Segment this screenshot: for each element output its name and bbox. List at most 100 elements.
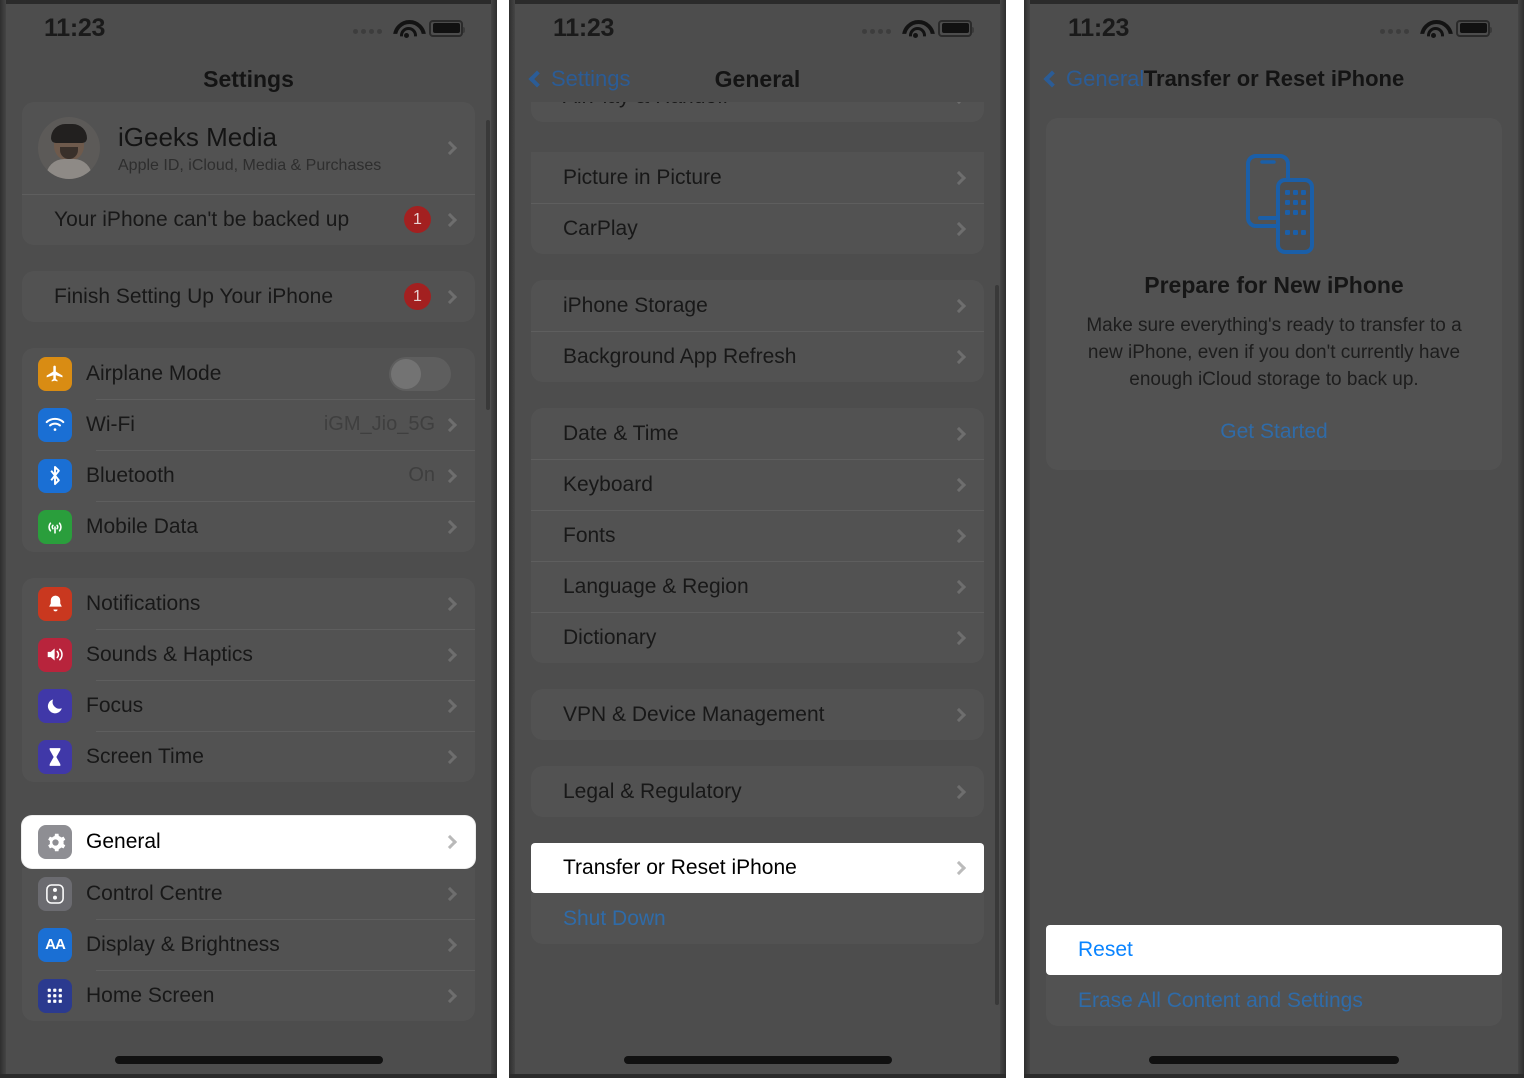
finish-setup-row[interactable]: Finish Setting Up Your iPhone 1: [22, 271, 475, 322]
sidebar-item-airplay-handoff[interactable]: AirPlay & Handoff: [531, 102, 984, 122]
sidebar-item-language-region[interactable]: Language & Region: [531, 561, 984, 612]
scrollbar[interactable]: [995, 285, 999, 1005]
account-name: iGeeks Media: [118, 121, 277, 152]
control-centre-label: Control Centre: [86, 881, 223, 905]
chevron-right-icon: [951, 102, 967, 105]
battery-icon: [429, 19, 465, 37]
nav-bar-settings: Settings: [0, 56, 497, 102]
sidebar-item-general[interactable]: General: [22, 816, 475, 868]
back-button-general[interactable]: General: [1043, 56, 1145, 102]
back-label: General: [1066, 66, 1145, 91]
home-indicator: [623, 1056, 892, 1064]
sidebar-item-screen-time[interactable]: Screen Time: [22, 731, 475, 782]
nav-bar-general: Settings General: [509, 56, 1006, 102]
group-a: Picture in Picture CarPlay: [531, 152, 984, 254]
sidebar-item-display-brightness[interactable]: AA Display & Brightness: [22, 919, 475, 970]
hero-title: Prepare for New iPhone: [1144, 272, 1404, 298]
sidebar-item-transfer-or-reset[interactable]: Transfer or Reset iPhone: [531, 843, 984, 893]
chevron-right-icon: [442, 937, 458, 952]
battery-icon: [1456, 19, 1492, 37]
chevron-right-icon: [951, 579, 967, 594]
system-group: Control Centre AA Display & Brightness H…: [22, 868, 475, 1021]
sidebar-item-bluetooth[interactable]: Bluetooth On: [22, 450, 475, 501]
sidebar-item-airplane-mode[interactable]: Airplane Mode: [22, 348, 475, 399]
picture-in-picture-label: Picture in Picture: [563, 165, 722, 189]
sidebar-item-vpn-device-management[interactable]: VPN & Device Management: [531, 689, 984, 740]
panel-settings: 11:23 Settings iGeeks Media Apple ID, iC…: [0, 0, 497, 1078]
chevron-right-icon: [442, 988, 458, 1003]
nav-bar-transfer-reset: General Transfer or Reset iPhone: [1024, 56, 1524, 102]
chevron-right-icon: [442, 519, 458, 534]
page-title: General: [714, 65, 801, 92]
sidebar-item-carplay[interactable]: CarPlay: [531, 203, 984, 254]
chevron-right-icon: [951, 707, 967, 722]
chevron-right-icon: [951, 349, 967, 364]
connectivity-group: Airplane Mode Wi-Fi iGM_Jio_5G Bluetooth…: [22, 348, 475, 552]
sidebar-item-dictionary[interactable]: Dictionary: [531, 612, 984, 663]
home-screen-label: Home Screen: [86, 983, 215, 1007]
chevron-right-icon: [951, 221, 967, 236]
chevron-right-icon: [442, 698, 458, 713]
erase-all-content-label: Erase All Content and Settings: [1078, 988, 1363, 1012]
chevron-right-icon: [442, 834, 458, 850]
fonts-label: Fonts: [563, 523, 616, 547]
sidebar-item-control-centre[interactable]: Control Centre: [22, 868, 475, 919]
mobile-data-label: Mobile Data: [86, 514, 199, 538]
sidebar-item-sounds-haptics[interactable]: Sounds & Haptics: [22, 629, 475, 680]
erase-group: Erase All Content and Settings: [1046, 975, 1502, 1026]
sidebar-item-fonts[interactable]: Fonts: [531, 510, 984, 561]
avatar: [38, 117, 100, 179]
sidebar-item-iphone-storage[interactable]: iPhone Storage: [531, 280, 984, 331]
wifi-label: Wi-Fi: [86, 412, 135, 436]
wifi-icon: [902, 19, 927, 38]
sidebar-item-picture-in-picture[interactable]: Picture in Picture: [531, 152, 984, 203]
sidebar-item-mobile-data[interactable]: Mobile Data: [22, 501, 475, 552]
sounds-haptics-label: Sounds & Haptics: [86, 642, 253, 666]
wifi-icon: [38, 407, 72, 442]
date-time-label: Date & Time: [563, 421, 679, 445]
shut-down-row[interactable]: Shut Down: [531, 893, 984, 944]
bezel-bottom: [0, 1074, 497, 1078]
status-badge: 1: [404, 206, 431, 233]
sidebar-item-legal-regulatory[interactable]: Legal & Regulatory: [531, 766, 984, 817]
back-button-settings[interactable]: Settings: [528, 56, 631, 102]
sidebar-item-background-app-refresh[interactable]: Background App Refresh: [531, 331, 984, 382]
reset-row[interactable]: Reset: [1046, 925, 1502, 975]
alerts-group: Notifications Sounds & Haptics Focus Scr…: [22, 578, 475, 782]
chevron-right-icon: [951, 528, 967, 543]
chevron-right-icon: [951, 170, 967, 185]
hourglass-icon: [38, 739, 72, 774]
sidebar-item-home-screen[interactable]: Home Screen: [22, 970, 475, 1021]
get-started-link[interactable]: Get Started: [1068, 420, 1480, 444]
dictionary-label: Dictionary: [563, 625, 657, 649]
chevron-left-icon: [1043, 70, 1061, 88]
erase-all-content-row[interactable]: Erase All Content and Settings: [1046, 975, 1502, 1026]
sidebar-item-date-time[interactable]: Date & Time: [531, 408, 984, 459]
wifi-icon: [1420, 19, 1445, 38]
chevron-right-icon: [442, 596, 458, 611]
chevron-right-icon: [442, 647, 458, 662]
speaker-icon: [38, 637, 72, 672]
scrollbar[interactable]: [486, 120, 490, 410]
status-bar: 11:23: [1024, 0, 1524, 56]
chevron-right-icon: [951, 298, 967, 313]
signal-dots-icon: [862, 22, 891, 34]
airplane-mode-toggle[interactable]: [389, 356, 451, 391]
notifications-label: Notifications: [86, 591, 201, 615]
apple-id-row[interactable]: iGeeks Media Apple ID, iCloud, Media & P…: [22, 102, 475, 194]
account-group: iGeeks Media Apple ID, iCloud, Media & P…: [22, 102, 475, 245]
reset-label: Reset: [1078, 938, 1133, 961]
chevron-right-icon: [442, 468, 458, 483]
page-title: Transfer or Reset iPhone: [1143, 66, 1405, 91]
panel-transfer-reset: 11:23 General Transfer or Reset iPhone P…: [1024, 0, 1524, 1078]
sidebar-item-focus[interactable]: Focus: [22, 680, 475, 731]
chevron-right-icon: [442, 886, 458, 901]
gear-icon: [38, 825, 72, 859]
general-label: General: [86, 830, 161, 853]
sidebar-item-wifi[interactable]: Wi-Fi iGM_Jio_5G: [22, 399, 475, 450]
wifi-value: iGM_Jio_5G: [323, 413, 435, 435]
sidebar-item-keyboard[interactable]: Keyboard: [531, 459, 984, 510]
backup-alert-row[interactable]: Your iPhone can't be backed up 1: [22, 194, 475, 245]
background-app-refresh-label: Background App Refresh: [563, 344, 797, 368]
sidebar-item-notifications[interactable]: Notifications: [22, 578, 475, 629]
